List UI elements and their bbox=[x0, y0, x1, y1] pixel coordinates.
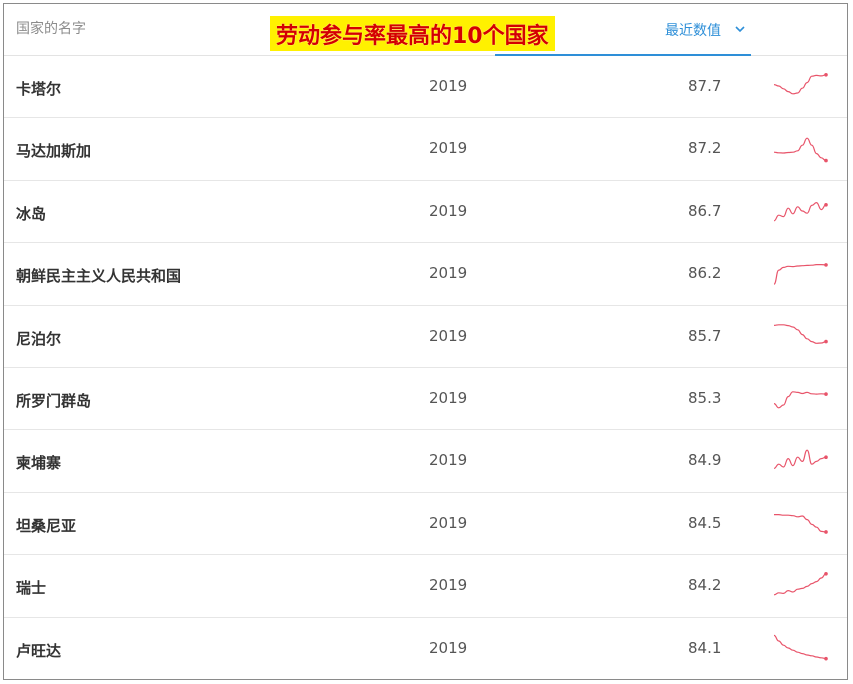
year-cell: 2019 bbox=[429, 389, 467, 407]
country-name[interactable]: 朝鲜民主主义人民共和国 bbox=[16, 265, 181, 286]
table-row[interactable]: 所罗门群岛 2019 85.3 bbox=[4, 368, 847, 430]
sparkline bbox=[772, 255, 830, 291]
country-name[interactable]: 柬埔寨 bbox=[16, 452, 61, 473]
value-cell: 85.7 bbox=[688, 327, 721, 345]
table-frame: 国家的名字 劳动参与率最高的10个国家 最近数值 卡塔尔 2019 87.7 马达加斯… bbox=[3, 3, 848, 680]
table-body: 卡塔尔 2019 87.7 马达加斯加 2019 87.2 冰岛 2019 86.7 朝鲜民主主义… bbox=[4, 56, 847, 680]
year-cell: 2019 bbox=[429, 514, 467, 532]
sparkline-line bbox=[774, 324, 826, 343]
value-cell: 85.3 bbox=[688, 389, 721, 407]
country-name[interactable]: 所罗门群岛 bbox=[16, 390, 91, 411]
table-row[interactable]: 卢旺达 2019 84.1 bbox=[4, 618, 847, 680]
sparkline-line bbox=[774, 265, 826, 285]
year-cell: 2019 bbox=[429, 639, 467, 657]
year-cell: 2019 bbox=[429, 451, 467, 469]
sparkline-line bbox=[774, 635, 826, 658]
year-cell: 2019 bbox=[429, 77, 467, 95]
sparkline bbox=[772, 380, 830, 416]
year-cell: 2019 bbox=[429, 139, 467, 157]
country-name[interactable]: 马达加斯加 bbox=[16, 140, 91, 161]
sparkline-line bbox=[774, 202, 826, 220]
table-row[interactable]: 冰岛 2019 86.7 bbox=[4, 181, 847, 243]
sparkline-line bbox=[774, 574, 826, 595]
sparkline bbox=[772, 68, 830, 104]
sparkline-line bbox=[774, 75, 826, 94]
value-cell: 84.5 bbox=[688, 514, 721, 532]
table-row[interactable]: 卡塔尔 2019 87.7 bbox=[4, 56, 847, 118]
table-row[interactable]: 尼泊尔 2019 85.7 bbox=[4, 306, 847, 368]
country-name[interactable]: 卢旺达 bbox=[16, 640, 61, 661]
table-header: 国家的名字 劳动参与率最高的10个国家 最近数值 bbox=[4, 4, 847, 56]
sparkline bbox=[772, 567, 830, 603]
sparkline-end-point bbox=[824, 263, 828, 267]
table-row[interactable]: 朝鲜民主主义人民共和国 2019 86.2 bbox=[4, 243, 847, 305]
sparkline-end-point bbox=[824, 456, 828, 460]
sparkline-end-point bbox=[824, 656, 828, 660]
value-cell: 84.2 bbox=[688, 576, 721, 594]
table-row[interactable]: 坦桑尼亚 2019 84.5 bbox=[4, 493, 847, 555]
country-name[interactable]: 尼泊尔 bbox=[16, 328, 61, 349]
table-row[interactable]: 马达加斯加 2019 87.2 bbox=[4, 118, 847, 180]
country-name[interactable]: 坦桑尼亚 bbox=[16, 515, 76, 536]
sparkline-end-point bbox=[824, 392, 828, 396]
value-cell: 86.2 bbox=[688, 264, 721, 282]
value-cell: 86.7 bbox=[688, 202, 721, 220]
year-cell: 2019 bbox=[429, 202, 467, 220]
sparkline bbox=[772, 318, 830, 354]
sparkline-line bbox=[774, 514, 826, 531]
country-name[interactable]: 瑞士 bbox=[16, 577, 46, 598]
country-column-header[interactable]: 国家的名字 bbox=[16, 18, 86, 38]
sparkline bbox=[772, 505, 830, 541]
table-row[interactable]: 瑞士 2019 84.2 bbox=[4, 555, 847, 617]
sparkline-end-point bbox=[824, 572, 828, 576]
sparkline-end-point bbox=[824, 73, 828, 77]
sort-label[interactable]: 最近数值 bbox=[665, 20, 721, 40]
value-cell: 84.1 bbox=[688, 639, 721, 657]
sparkline-end-point bbox=[824, 159, 828, 163]
year-cell: 2019 bbox=[429, 327, 467, 345]
sparkline bbox=[772, 630, 830, 666]
value-cell: 84.9 bbox=[688, 451, 721, 469]
sparkline-line bbox=[774, 139, 826, 161]
value-cell: 87.2 bbox=[688, 139, 721, 157]
sparkline-line bbox=[774, 392, 826, 408]
sparkline-end-point bbox=[824, 339, 828, 343]
sparkline bbox=[772, 442, 830, 478]
country-name[interactable]: 冰岛 bbox=[16, 203, 46, 224]
year-cell: 2019 bbox=[429, 264, 467, 282]
year-cell: 2019 bbox=[429, 576, 467, 594]
country-name[interactable]: 卡塔尔 bbox=[16, 78, 61, 99]
sort-tab-latest-value[interactable]: 最近数值 bbox=[495, 4, 751, 56]
sparkline bbox=[772, 130, 830, 166]
value-cell: 87.7 bbox=[688, 77, 721, 95]
sparkline-end-point bbox=[824, 530, 828, 534]
chevron-down-icon[interactable] bbox=[733, 22, 747, 36]
table-row[interactable]: 柬埔寨 2019 84.9 bbox=[4, 430, 847, 492]
sparkline-end-point bbox=[824, 203, 828, 207]
sparkline-line bbox=[774, 451, 826, 469]
sparkline bbox=[772, 193, 830, 229]
